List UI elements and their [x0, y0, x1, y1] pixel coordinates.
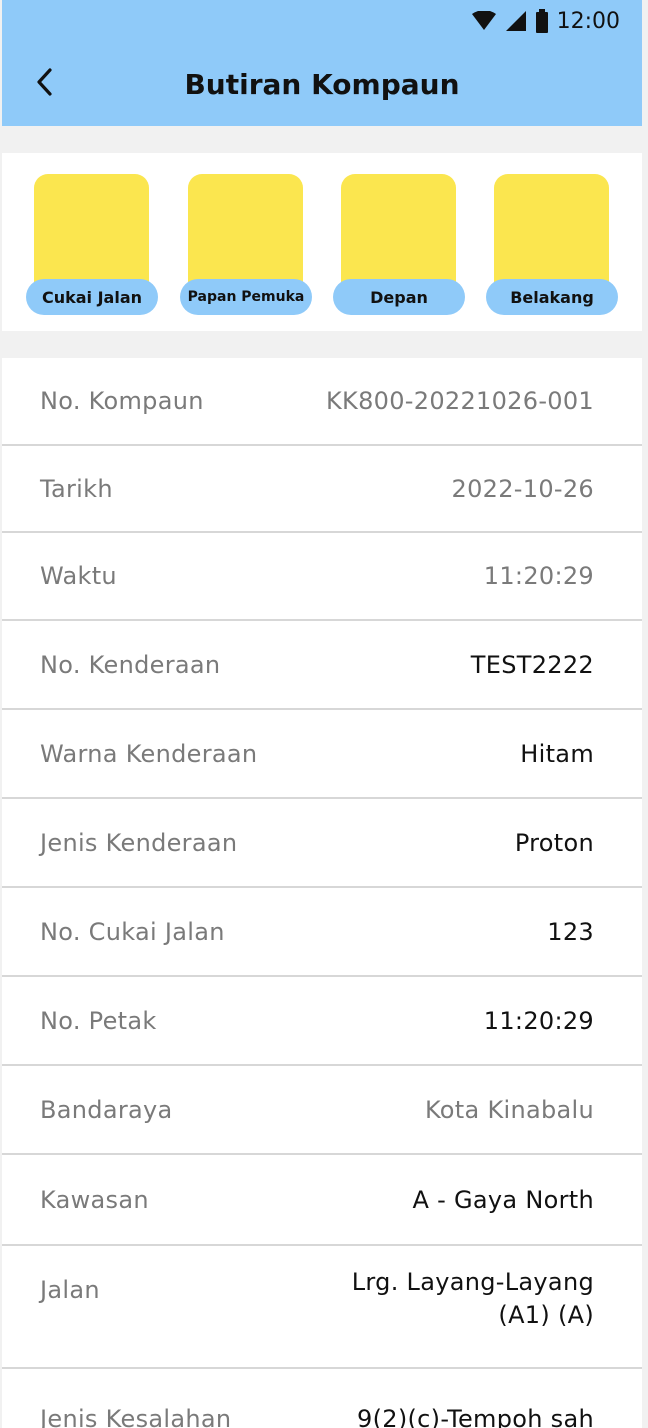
status-bar: 12:00 — [471, 6, 620, 36]
photo-papan-pemuka[interactable]: Papan Pemuka — [180, 174, 314, 316]
photo-panel: Cukai Jalan Papan Pemuka Depan Belakang — [2, 153, 642, 331]
photo-belakang[interactable]: Belakang — [486, 174, 620, 316]
detail-label: Waktu — [40, 562, 117, 590]
photo-label: Cukai Jalan — [26, 279, 158, 315]
detail-row-bandaraya: Bandaraya Kota Kinabalu — [2, 1066, 642, 1155]
app-bar: 12:00 Butiran Kompaun — [2, 0, 642, 126]
photo-label: Belakang — [486, 279, 618, 315]
detail-row-waktu: Waktu 11:20:29 — [2, 533, 642, 621]
photo-placeholder[interactable] — [34, 174, 149, 296]
photo-label: Depan — [333, 279, 465, 315]
detail-row-tarikh: Tarikh 2022-10-26 — [2, 446, 642, 533]
photo-depan[interactable]: Depan — [333, 174, 467, 316]
detail-value: Proton — [514, 828, 594, 857]
detail-label: Jalan — [40, 1276, 100, 1304]
detail-value: 9(2)(c)-Tempoh sah — [357, 1405, 594, 1428]
detail-value: 11:20:29 — [483, 562, 594, 590]
page-title: Butiran Kompaun — [184, 68, 460, 101]
detail-row-warna-kenderaan: Warna Kenderaan Hitam — [2, 710, 642, 799]
cellular-icon — [505, 10, 527, 32]
detail-label: No. Kompaun — [40, 387, 204, 415]
detail-row-jenis-kenderaan: Jenis Kenderaan Proton — [2, 799, 642, 888]
detail-value: Kota Kinabalu — [424, 1095, 594, 1124]
detail-label: Jenis Kenderaan — [40, 828, 238, 857]
photo-placeholder[interactable] — [494, 174, 609, 296]
detail-label: No. Kenderaan — [40, 650, 221, 679]
photo-cukai-jalan[interactable]: Cukai Jalan — [26, 174, 160, 316]
detail-label: No. Cukai Jalan — [40, 917, 225, 946]
detail-label: Kawasan — [40, 1185, 149, 1214]
detail-label: Tarikh — [40, 474, 113, 503]
detail-label: Warna Kenderaan — [40, 739, 258, 768]
detail-row-no-kenderaan: No. Kenderaan TEST2222 — [2, 621, 642, 710]
detail-value: 2022-10-26 — [451, 474, 594, 503]
detail-row-no-kompaun: No. Kompaun KK800-20221026-001 — [2, 358, 642, 446]
wifi-icon — [471, 11, 497, 31]
detail-value: Hitam — [520, 739, 594, 768]
battery-icon — [535, 9, 549, 33]
detail-value: 123 — [547, 917, 594, 946]
photo-placeholder[interactable] — [341, 174, 456, 296]
detail-label: No. Petak — [40, 1006, 157, 1035]
detail-row-jalan: Jalan Lrg. Layang-Layang (A1) (A) — [2, 1246, 642, 1369]
detail-label: Bandaraya — [40, 1095, 173, 1124]
detail-row-no-petak: No. Petak 11:20:29 — [2, 977, 642, 1066]
detail-value: KK800-20221026-001 — [326, 387, 594, 415]
status-time: 12:00 — [556, 8, 620, 34]
photo-label: Papan Pemuka — [180, 279, 312, 315]
compound-details: No. Kompaun KK800-20221026-001 Tarikh 20… — [2, 358, 642, 1428]
detail-row-no-cukai-jalan: No. Cukai Jalan 123 — [2, 888, 642, 977]
photo-placeholder[interactable] — [188, 174, 303, 296]
detail-label: Jenis Kesalahan — [40, 1405, 232, 1428]
detail-value: TEST2222 — [470, 650, 594, 679]
detail-row-kawasan: Kawasan A - Gaya North — [2, 1155, 642, 1246]
detail-row-jenis-kesalahan: Jenis Kesalahan 9(2)(c)-Tempoh sah — [2, 1369, 642, 1428]
detail-value: A - Gaya North — [412, 1185, 594, 1214]
detail-value: Lrg. Layang-Layang (A1) (A) — [351, 1268, 594, 1329]
detail-value: 11:20:29 — [483, 1006, 594, 1035]
